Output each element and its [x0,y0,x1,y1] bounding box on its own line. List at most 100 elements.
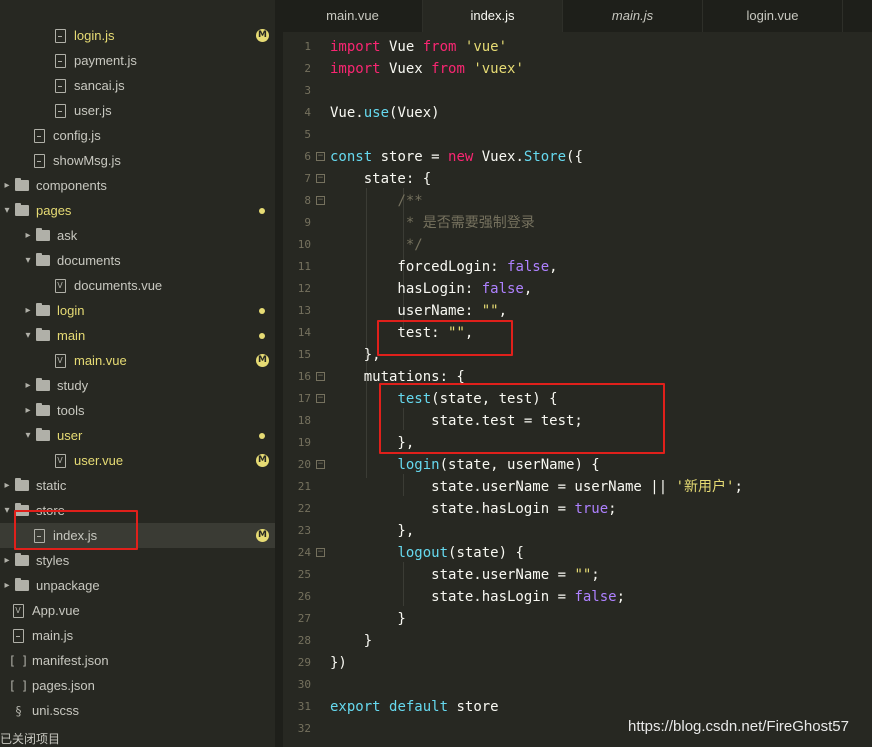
folder-icon [35,303,51,318]
tree-item[interactable]: ▸ styles [0,548,275,573]
tree-item-label: pages.json [32,678,95,693]
tree-item[interactable]: ▾ pages [0,198,275,223]
folder-icon [35,253,51,268]
vue-file-icon: V [52,278,68,293]
tree-item[interactable]: ▸ static [0,473,275,498]
file-icon [31,153,47,168]
code-line-6: 6− const store = new Vuex.Store({ [304,149,583,165]
file-icon [52,28,68,43]
chevron-down-icon[interactable]: ▾ [0,205,14,216]
tree-item-label: user.js [74,103,112,118]
fold-toggle-icon[interactable]: − [316,460,325,469]
code-line-30: 30 [297,678,311,691]
tab-main-js[interactable]: main.js [563,0,703,32]
tree-item-label: App.vue [32,603,80,618]
panel-divider[interactable] [275,0,283,747]
fold-toggle-icon[interactable]: − [316,372,325,381]
tree-item[interactable]: main.js [0,623,275,648]
tree-item-label: ask [57,228,78,243]
tree-item[interactable]: ▾ store [0,498,275,523]
tree-item-label: documents [57,253,121,268]
code-line-2: 2 import Vuex from 'vuex' [304,61,524,77]
tree-item-label: uni.scss [32,703,79,718]
tree-item[interactable]: ▸ unpackage [0,573,275,598]
tree-item-label: documents.vue [74,278,163,293]
folder-icon [14,578,30,593]
tree-item[interactable]: ▸ login [0,298,275,323]
tab-index-js[interactable]: index.js [423,0,563,32]
chevron-down-icon[interactable]: ▾ [21,255,35,266]
tree-item[interactable]: ▾ main [0,323,275,348]
code-line-22: 22 state.hasLogin = true; [297,501,617,517]
chevron-right-icon[interactable]: ▸ [0,480,14,491]
tree-item[interactable]: index.js M [0,523,275,548]
tree-item[interactable]: ▸ ask [0,223,275,248]
tree-item[interactable]: ▾ documents [0,248,275,273]
chevron-down-icon[interactable]: ▾ [21,330,35,341]
tree-item[interactable]: payment.js [0,48,275,73]
chevron-right-icon[interactable]: ▸ [21,405,35,416]
close-project-label[interactable]: 已关闭项目 [0,732,275,747]
chevron-right-icon[interactable]: ▸ [21,230,35,241]
vue-file-icon: V [52,353,68,368]
code-line-25: 25 state.userName = ""; [297,567,600,583]
tree-item-label: unpackage [36,578,100,593]
fold-toggle-icon[interactable]: − [316,152,325,161]
chevron-right-icon[interactable]: ▸ [21,305,35,316]
tab-login-vue[interactable]: login.vue [703,0,843,32]
folder-icon [35,228,51,243]
modified-dot-icon [259,308,265,314]
tree-item[interactable]: Vuser.vue M [0,448,275,473]
chevron-down-icon[interactable]: ▾ [21,430,35,441]
folder-icon [35,403,51,418]
file-icon [31,528,47,543]
code-editor[interactable]: 1 import Vue from 'vue' 2 import Vuex from… [283,32,872,747]
tree-item[interactable]: login.js M [0,23,275,48]
modified-badge: M [256,354,269,367]
code-line-24: 24− logout(state) { [297,545,524,561]
chevron-right-icon[interactable]: ▸ [0,580,14,591]
json-file-icon: [ ] [8,678,29,693]
chevron-down-icon[interactable]: ▾ [0,505,14,516]
tree-item-label: styles [36,553,70,568]
tree-item-label: index.js [53,528,98,543]
tree-item[interactable]: Vdocuments.vue [0,273,275,298]
code-line-15: 15 }, [297,347,381,363]
tree-item[interactable]: config.js [0,123,275,148]
code-line-3: 3 [304,84,311,97]
tree-item-label: login [57,303,85,318]
code-line-29: 29}) [297,655,347,671]
file-icon [52,78,68,93]
code-line-7: 7− state: { [304,171,432,187]
tree-item[interactable]: ▸ components [0,173,275,198]
chevron-right-icon[interactable]: ▸ [21,380,35,391]
code-line-28: 28 } [297,633,373,649]
code-line-23: 23 }, [297,523,415,539]
tree-item[interactable]: showMsg.js [0,148,275,173]
tab-main-vue[interactable]: main.vue [283,0,423,32]
tree-item[interactable]: [ ] pages.json [0,673,275,698]
tree-item[interactable]: § uni.scss [0,698,275,723]
fold-toggle-icon[interactable]: − [316,196,325,205]
folder-icon [14,178,30,193]
modified-badge: M [256,529,269,542]
tree-item[interactable]: [ ] manifest.json [0,648,275,673]
fold-toggle-icon[interactable]: − [316,174,325,183]
code-line-27: 27 } [297,611,406,627]
tree-item[interactable]: ▸ study [0,373,275,398]
tree-item[interactable]: V App.vue [0,598,275,623]
fold-toggle-icon[interactable]: − [316,394,325,403]
code-line-18: 18 state.test = test; [297,413,583,429]
chevron-right-icon[interactable]: ▸ [0,180,14,191]
code-line-31: 31 export default store [297,699,499,715]
folder-icon [14,553,30,568]
tree-item[interactable]: sancai.js [0,73,275,98]
tree-item[interactable]: Vmain.vue M [0,348,275,373]
chevron-right-icon[interactable]: ▸ [0,555,14,566]
tree-item-label: study [57,378,89,393]
tree-item[interactable]: user.js [0,98,275,123]
style-file-icon: § [14,703,22,718]
fold-toggle-icon[interactable]: − [316,548,325,557]
tree-item[interactable]: ▸ tools [0,398,275,423]
tree-item[interactable]: ▾ user [0,423,275,448]
